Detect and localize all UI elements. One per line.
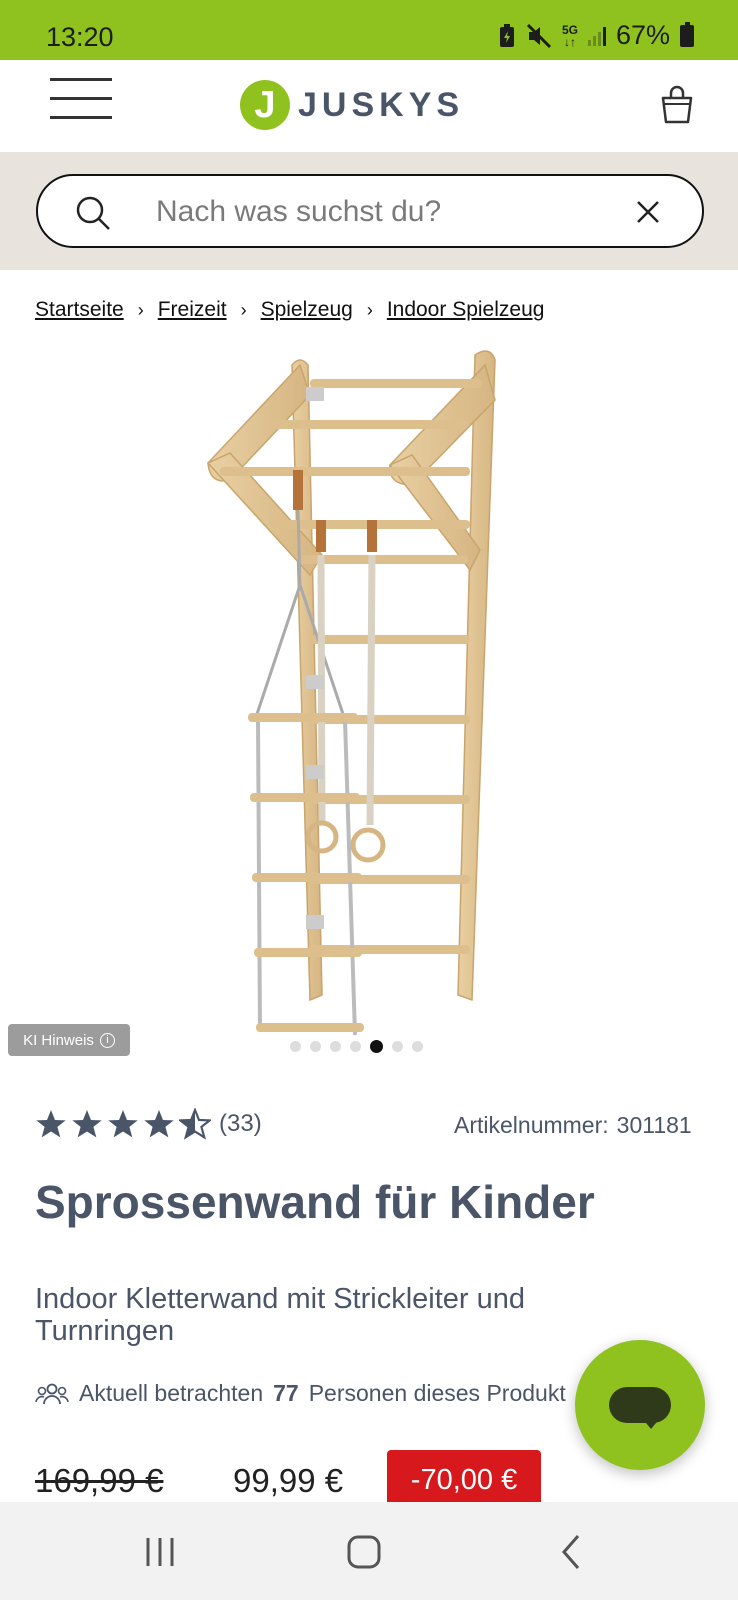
carousel-dot[interactable] (412, 1041, 423, 1052)
live-viewers: Aktuell betrachten 77 Personen dieses Pr… (35, 1380, 595, 1407)
status-icons: 5G ↓↑ 67% (498, 20, 694, 51)
product-subtitle: Indoor Kletterwand mit Strickleiter und … (35, 1283, 525, 1347)
menu-button[interactable] (50, 78, 112, 120)
system-nav-bar (0, 1502, 738, 1600)
carousel-dot[interactable] (290, 1041, 301, 1052)
status-bar: 13:20 5G ↓↑ 67% (0, 0, 738, 60)
ki-hint-label: KI Hinweis (23, 1031, 94, 1049)
breadcrumb-link-startseite[interactable]: Startseite (35, 298, 124, 322)
ki-hint-badge[interactable]: KI Hinweis i (8, 1024, 130, 1056)
search-icon[interactable] (74, 194, 112, 232)
chevron-right-icon: › (240, 299, 247, 320)
star-icon (72, 1110, 102, 1138)
viewers-count: 77 (273, 1380, 299, 1406)
article-number-label: Artikelnummer: (454, 1112, 609, 1138)
chevron-right-icon: › (137, 299, 144, 320)
mute-icon (526, 23, 551, 48)
back-icon[interactable] (552, 1532, 592, 1572)
article-number-value: 301181 (616, 1112, 692, 1138)
star-icon (36, 1110, 66, 1138)
carousel-dot-active[interactable] (370, 1040, 383, 1053)
breadcrumb-link-spielzeug[interactable]: Spielzeug (261, 298, 353, 322)
breadcrumb: Startseite › Freizeit › Spielzeug › Indo… (35, 298, 544, 322)
carousel-dot[interactable] (330, 1041, 341, 1052)
info-icon: i (99, 1032, 115, 1048)
product-image[interactable] (150, 345, 570, 1065)
article-number: Artikelnummer: 301181 (454, 1112, 692, 1139)
star-icon (108, 1110, 138, 1138)
carousel-dot[interactable] (350, 1041, 361, 1052)
carousel-dot[interactable] (392, 1041, 403, 1052)
current-price: 99,99 € (233, 1462, 344, 1499)
logo[interactable]: J JUSKYS (240, 80, 464, 130)
chevron-right-icon: › (366, 299, 373, 320)
star-icon (144, 1110, 174, 1138)
discount-badge: -70,00 € (387, 1450, 541, 1510)
product-title: Sprossenwand für Kinder (35, 1176, 595, 1228)
battery-saver-icon (499, 23, 514, 47)
signal-icon (587, 26, 606, 46)
status-time: 13:20 (46, 22, 114, 52)
viewers-suffix: Personen dieses Produkt (308, 1380, 566, 1406)
half-star-icon (179, 1108, 211, 1140)
logo-text: JUSKYS (298, 85, 465, 124)
old-price: 169,99 € (35, 1462, 164, 1499)
breadcrumb-link-indoor-spielzeug[interactable]: Indoor Spielzeug (387, 298, 545, 322)
search-box (36, 174, 704, 248)
chat-button[interactable] (575, 1340, 705, 1470)
site-header: J JUSKYS (0, 60, 738, 152)
people-icon (35, 1383, 69, 1404)
carousel-dot[interactable] (310, 1041, 321, 1052)
product-rating[interactable]: (33) (35, 1108, 262, 1140)
image-carousel-dots (290, 1040, 423, 1053)
network-5g-icon: 5G ↓↑ (561, 22, 578, 49)
search-band (0, 152, 738, 270)
logo-mark: J (240, 80, 290, 130)
recent-apps-icon[interactable] (140, 1532, 180, 1572)
search-input[interactable] (156, 190, 616, 234)
review-count: (33) (219, 1110, 262, 1137)
home-icon[interactable] (344, 1532, 384, 1572)
battery-icon (680, 21, 694, 47)
chat-icon (609, 1387, 671, 1429)
viewers-prefix: Aktuell betrachten (79, 1380, 264, 1406)
close-icon[interactable] (632, 196, 664, 228)
cart-icon[interactable] (660, 84, 694, 124)
breadcrumb-link-freizeit[interactable]: Freizeit (158, 298, 227, 322)
battery-percent: 67% (615, 20, 670, 50)
